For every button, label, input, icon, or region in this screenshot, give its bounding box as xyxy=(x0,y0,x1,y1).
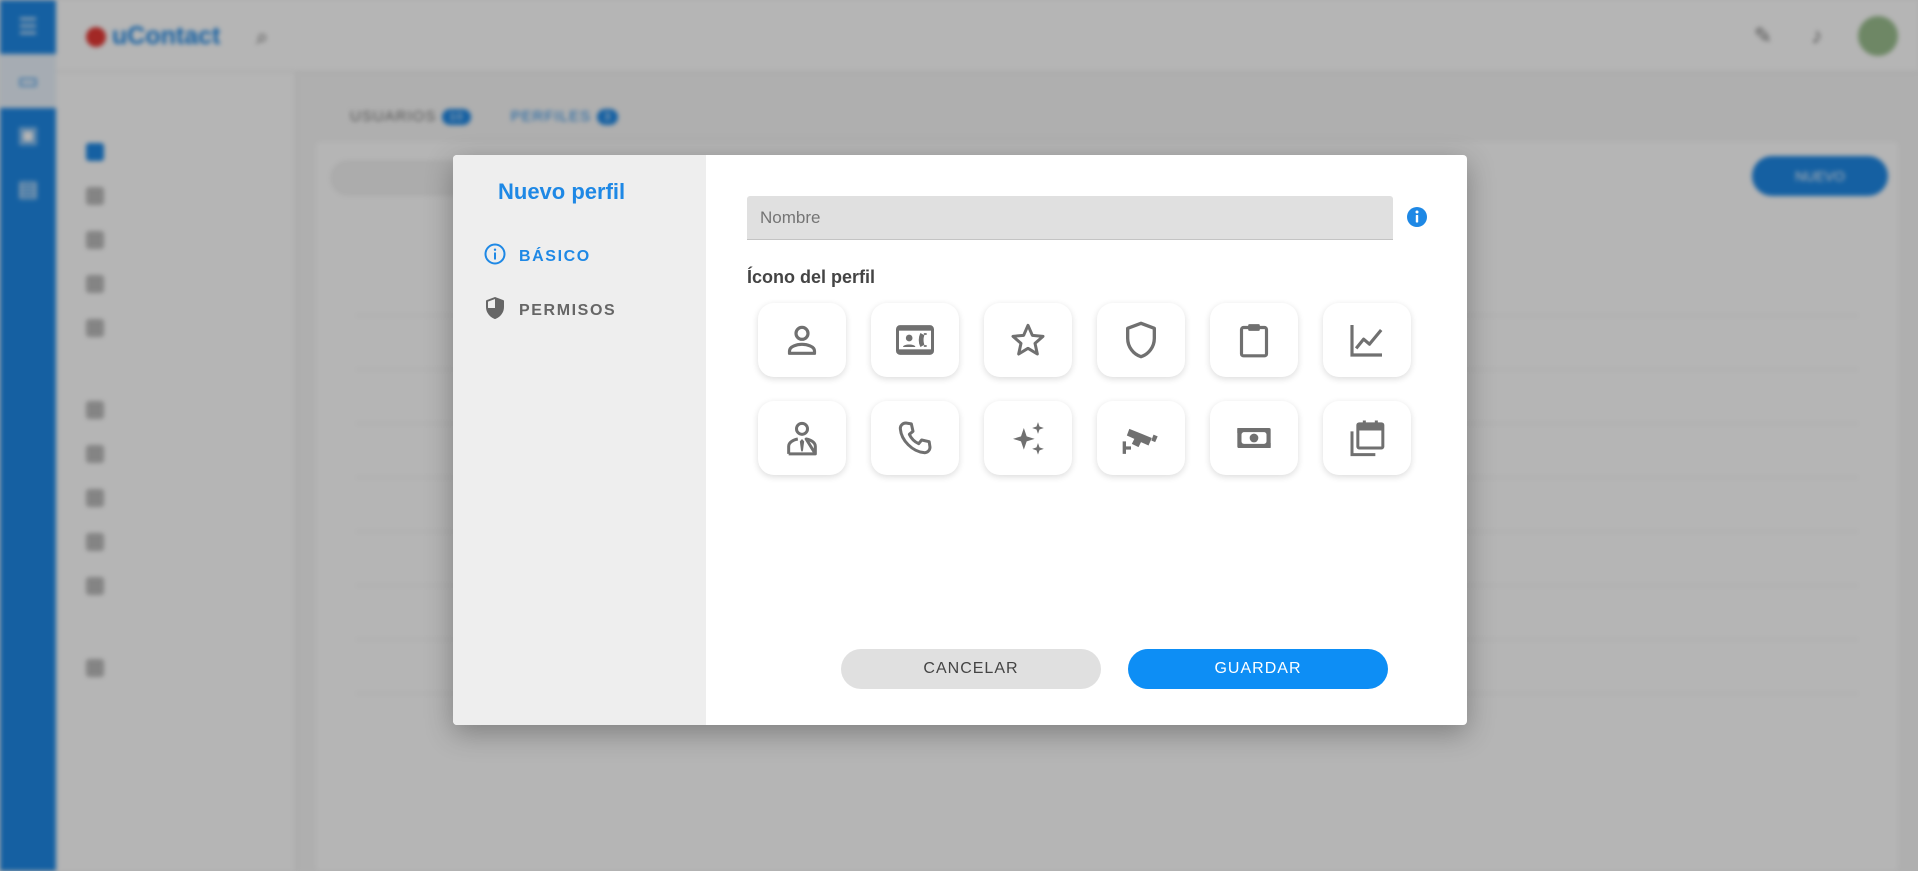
shield-outline-icon xyxy=(1126,321,1156,359)
info-circle-icon xyxy=(483,242,507,271)
nav-basico[interactable]: BÁSICO xyxy=(483,242,591,271)
clipboard-icon xyxy=(1239,324,1269,358)
phone-icon xyxy=(898,421,932,455)
person-icon xyxy=(787,325,817,355)
chart-line-icon xyxy=(1350,325,1383,357)
calendar-multiple-icon xyxy=(1350,420,1385,457)
icon-option-chart-line[interactable] xyxy=(1323,303,1411,377)
info-icon[interactable] xyxy=(1405,205,1429,229)
nav-permisos[interactable]: PERMISOS xyxy=(483,296,616,325)
agent-icon xyxy=(787,421,817,456)
dialog-sidebar: Nuevo perfil BÁSICO PERMISOS xyxy=(453,155,706,725)
nav-permisos-label: PERMISOS xyxy=(519,301,617,319)
icon-option-star[interactable] xyxy=(984,303,1072,377)
icon-section-label: Ícono del perfil xyxy=(747,267,876,287)
icon-option-contact-card[interactable] xyxy=(871,303,959,377)
contact-card-icon xyxy=(896,325,934,355)
cancel-button[interactable]: CANCELAR xyxy=(841,649,1101,689)
icon-option-sparkles[interactable] xyxy=(984,401,1072,475)
icon-option-money[interactable] xyxy=(1210,401,1298,475)
dialog-title: Nuevo perfil xyxy=(498,179,626,204)
icon-option-calendar-multiple[interactable] xyxy=(1323,401,1411,475)
sparkles-icon xyxy=(1013,422,1044,455)
icon-option-person[interactable] xyxy=(758,303,846,377)
nav-basico-label: BÁSICO xyxy=(519,247,591,265)
star-icon xyxy=(1011,323,1045,356)
profile-icon-grid xyxy=(758,303,1413,475)
icon-option-clipboard[interactable] xyxy=(1210,303,1298,377)
new-profile-dialog: Nuevo perfil BÁSICO PERMISOS Ícono del p… xyxy=(453,155,1467,725)
name-field[interactable] xyxy=(747,196,1393,240)
shield-icon xyxy=(483,296,507,325)
icon-option-shield[interactable] xyxy=(1097,303,1185,377)
icon-option-phone[interactable] xyxy=(871,401,959,475)
icon-option-security-camera[interactable] xyxy=(1097,401,1185,475)
security-camera-icon xyxy=(1122,428,1158,454)
icon-option-agent[interactable] xyxy=(758,401,846,475)
save-button[interactable]: GUARDAR xyxy=(1128,649,1388,689)
money-icon xyxy=(1237,428,1271,448)
